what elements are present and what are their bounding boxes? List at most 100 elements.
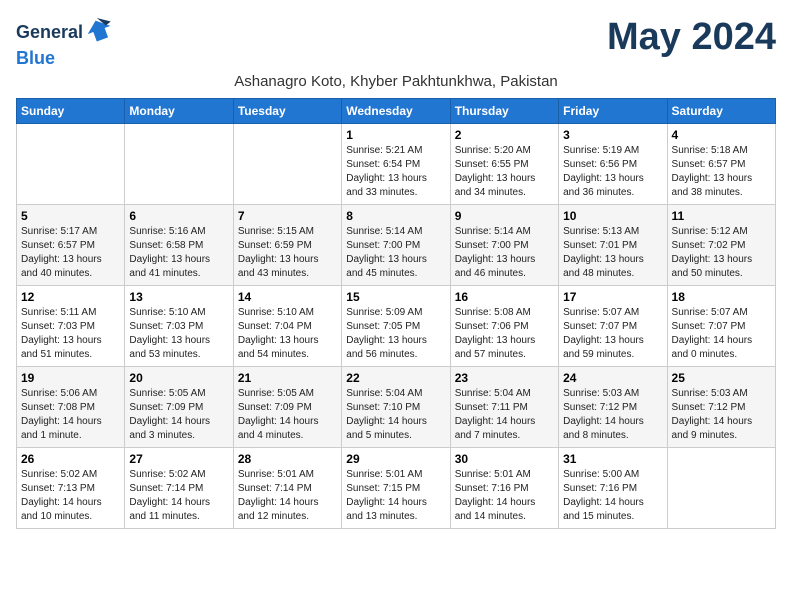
calendar-cell: 4 Sunrise: 5:18 AMSunset: 6:57 PMDaylight… xyxy=(667,124,775,205)
calendar-cell: 2 Sunrise: 5:20 AMSunset: 6:55 PMDaylight… xyxy=(450,124,558,205)
calendar-cell: 28 Sunrise: 5:01 AMSunset: 7:14 PMDayligh… xyxy=(233,448,341,529)
day-number: 7 xyxy=(238,209,337,223)
col-header-thursday: Thursday xyxy=(450,99,558,124)
day-info: Sunrise: 5:17 AMSunset: 6:57 PMDaylight:… xyxy=(21,225,120,281)
calendar-cell: 3 Sunrise: 5:19 AMSunset: 6:56 PMDaylight… xyxy=(559,124,667,205)
day-info: Sunrise: 5:10 AMSunset: 7:03 PMDaylight:… xyxy=(129,306,228,362)
col-header-monday: Monday xyxy=(125,99,233,124)
day-number: 17 xyxy=(563,290,662,304)
col-header-friday: Friday xyxy=(559,99,667,124)
calendar-cell: 31Sunrise: 5:00 AMSunset: 7:16 PMDayligh… xyxy=(559,448,667,529)
day-number: 28 xyxy=(238,452,337,466)
day-info: Sunrise: 5:15 AMSunset: 6:59 PMDaylight:… xyxy=(238,225,337,281)
day-number: 1 xyxy=(346,128,445,142)
day-number: 9 xyxy=(455,209,554,223)
day-info: Sunrise: 5:05 AMSunset: 7:09 PMDaylight:… xyxy=(129,387,228,443)
calendar-cell: 24 Sunrise: 5:03 AMSunset: 7:12 PMDayligh… xyxy=(559,367,667,448)
day-number: 4 xyxy=(672,128,771,142)
col-header-wednesday: Wednesday xyxy=(342,99,450,124)
month-title: May 2024 xyxy=(607,16,776,59)
calendar-table: SundayMondayTuesdayWednesdayThursdayFrid… xyxy=(16,98,776,529)
day-number: 26 xyxy=(21,452,120,466)
day-info: Sunrise: 5:04 AMSunset: 7:11 PMDaylight:… xyxy=(455,387,554,443)
day-number: 14 xyxy=(238,290,337,304)
day-number: 25 xyxy=(672,371,771,385)
day-info: Sunrise: 5:06 AMSunset: 7:08 PMDaylight:… xyxy=(21,387,120,443)
day-info: Sunrise: 5:13 AMSunset: 7:01 PMDaylight:… xyxy=(563,225,662,281)
day-info: Sunrise: 5:12 AMSunset: 7:02 PMDaylight:… xyxy=(672,225,771,281)
day-number: 20 xyxy=(129,371,228,385)
calendar-cell: 17 Sunrise: 5:07 AMSunset: 7:07 PMDayligh… xyxy=(559,286,667,367)
day-number: 18 xyxy=(672,290,771,304)
calendar-cell: 15 Sunrise: 5:09 AMSunset: 7:05 PMDayligh… xyxy=(342,286,450,367)
logo: General Blue xyxy=(16,16,113,69)
day-number: 19 xyxy=(21,371,120,385)
day-info: Sunrise: 5:14 AMSunset: 7:00 PMDaylight:… xyxy=(346,225,445,281)
day-number: 24 xyxy=(563,371,662,385)
logo-general: General xyxy=(16,23,83,43)
day-info: Sunrise: 5:16 AMSunset: 6:58 PMDaylight:… xyxy=(129,225,228,281)
location-title: Ashanagro Koto, Khyber Pakhtunkhwa, Paki… xyxy=(16,73,776,90)
day-info: Sunrise: 5:09 AMSunset: 7:05 PMDaylight:… xyxy=(346,306,445,362)
col-header-saturday: Saturday xyxy=(667,99,775,124)
day-number: 27 xyxy=(129,452,228,466)
day-info: Sunrise: 5:07 AMSunset: 7:07 PMDaylight:… xyxy=(672,306,771,362)
day-info: Sunrise: 5:19 AMSunset: 6:56 PMDaylight:… xyxy=(563,144,662,200)
day-number: 8 xyxy=(346,209,445,223)
page-header: General Blue May 2024 xyxy=(16,16,776,69)
calendar-cell: 25 Sunrise: 5:03 AMSunset: 7:12 PMDayligh… xyxy=(667,367,775,448)
day-info: Sunrise: 5:04 AMSunset: 7:10 PMDaylight:… xyxy=(346,387,445,443)
day-info: Sunrise: 5:03 AMSunset: 7:12 PMDaylight:… xyxy=(563,387,662,443)
calendar-cell: 29Sunrise: 5:01 AMSunset: 7:15 PMDayligh… xyxy=(342,448,450,529)
day-info: Sunrise: 5:07 AMSunset: 7:07 PMDaylight:… xyxy=(563,306,662,362)
logo-blue: Blue xyxy=(16,48,55,68)
day-info: Sunrise: 5:08 AMSunset: 7:06 PMDaylight:… xyxy=(455,306,554,362)
calendar-cell: 18 Sunrise: 5:07 AMSunset: 7:07 PMDayligh… xyxy=(667,286,775,367)
day-info: Sunrise: 5:05 AMSunset: 7:09 PMDaylight:… xyxy=(238,387,337,443)
day-number: 23 xyxy=(455,371,554,385)
day-number: 6 xyxy=(129,209,228,223)
calendar-cell: 22 Sunrise: 5:04 AMSunset: 7:10 PMDayligh… xyxy=(342,367,450,448)
day-info: Sunrise: 5:20 AMSunset: 6:55 PMDaylight:… xyxy=(455,144,554,200)
day-number: 30 xyxy=(455,452,554,466)
calendar-cell: 12Sunrise: 5:11 AMSunset: 7:03 PMDayligh… xyxy=(17,286,125,367)
day-number: 16 xyxy=(455,290,554,304)
day-number: 21 xyxy=(238,371,337,385)
day-info: Sunrise: 5:21 AMSunset: 6:54 PMDaylight:… xyxy=(346,144,445,200)
calendar-cell: 14 Sunrise: 5:10 AMSunset: 7:04 PMDayligh… xyxy=(233,286,341,367)
day-info: Sunrise: 5:01 AMSunset: 7:14 PMDaylight:… xyxy=(238,468,337,524)
calendar-cell: 19 Sunrise: 5:06 AMSunset: 7:08 PMDayligh… xyxy=(17,367,125,448)
calendar-cell xyxy=(233,124,341,205)
day-number: 3 xyxy=(563,128,662,142)
calendar-cell: 8 Sunrise: 5:14 AMSunset: 7:00 PMDaylight… xyxy=(342,205,450,286)
calendar-cell xyxy=(17,124,125,205)
day-info: Sunrise: 5:01 AMSunset: 7:16 PMDaylight:… xyxy=(455,468,554,524)
col-header-tuesday: Tuesday xyxy=(233,99,341,124)
day-info: Sunrise: 5:18 AMSunset: 6:57 PMDaylight:… xyxy=(672,144,771,200)
day-info: Sunrise: 5:02 AMSunset: 7:14 PMDaylight:… xyxy=(129,468,228,524)
calendar-cell: 26 Sunrise: 5:02 AMSunset: 7:13 PMDayligh… xyxy=(17,448,125,529)
day-info: Sunrise: 5:02 AMSunset: 7:13 PMDaylight:… xyxy=(21,468,120,524)
col-header-sunday: Sunday xyxy=(17,99,125,124)
day-info: Sunrise: 5:03 AMSunset: 7:12 PMDaylight:… xyxy=(672,387,771,443)
day-number: 10 xyxy=(563,209,662,223)
day-info: Sunrise: 5:14 AMSunset: 7:00 PMDaylight:… xyxy=(455,225,554,281)
day-number: 29 xyxy=(346,452,445,466)
day-info: Sunrise: 5:10 AMSunset: 7:04 PMDaylight:… xyxy=(238,306,337,362)
day-number: 31 xyxy=(563,452,662,466)
calendar-cell: 7 Sunrise: 5:15 AMSunset: 6:59 PMDaylight… xyxy=(233,205,341,286)
calendar-cell: 1 Sunrise: 5:21 AMSunset: 6:54 PMDaylight… xyxy=(342,124,450,205)
calendar-cell xyxy=(125,124,233,205)
calendar-cell: 11Sunrise: 5:12 AMSunset: 7:02 PMDayligh… xyxy=(667,205,775,286)
calendar-cell: 6 Sunrise: 5:16 AMSunset: 6:58 PMDaylight… xyxy=(125,205,233,286)
day-number: 13 xyxy=(129,290,228,304)
calendar-cell: 21 Sunrise: 5:05 AMSunset: 7:09 PMDayligh… xyxy=(233,367,341,448)
day-number: 15 xyxy=(346,290,445,304)
calendar-cell: 20 Sunrise: 5:05 AMSunset: 7:09 PMDayligh… xyxy=(125,367,233,448)
day-number: 22 xyxy=(346,371,445,385)
day-number: 2 xyxy=(455,128,554,142)
calendar-cell: 30 Sunrise: 5:01 AMSunset: 7:16 PMDayligh… xyxy=(450,448,558,529)
calendar-cell: 9 Sunrise: 5:14 AMSunset: 7:00 PMDaylight… xyxy=(450,205,558,286)
calendar-cell: 27 Sunrise: 5:02 AMSunset: 7:14 PMDayligh… xyxy=(125,448,233,529)
day-number: 5 xyxy=(21,209,120,223)
